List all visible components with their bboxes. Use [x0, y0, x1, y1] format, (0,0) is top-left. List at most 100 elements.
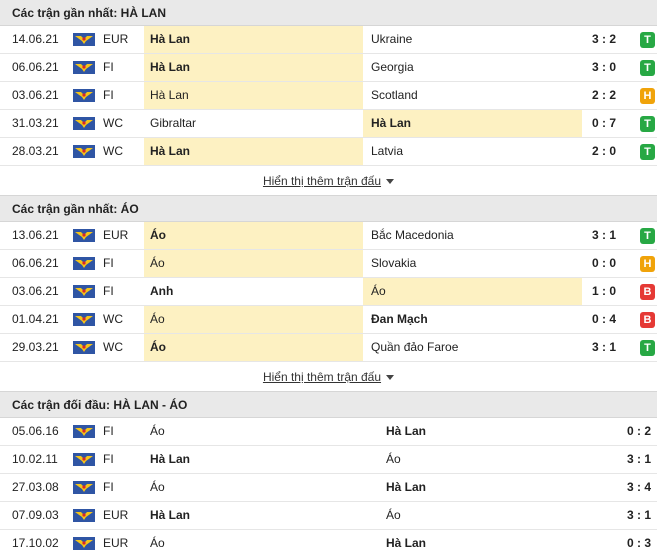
home-team[interactable]: Gibraltar	[144, 110, 363, 137]
home-team[interactable]: Áo	[144, 418, 378, 445]
competition-flag-icon	[73, 481, 95, 494]
home-team[interactable]: Hà Lan	[144, 26, 363, 53]
match-score[interactable]: 3 : 1	[582, 334, 626, 361]
away-team[interactable]: Ukraine	[363, 26, 582, 53]
match-row[interactable]: 01.04.21 WC Áo Đan Mạch 0 : 4 B	[0, 306, 657, 334]
competition-flag-icon	[73, 229, 95, 242]
match-date: 17.10.02	[12, 536, 59, 550]
match-score[interactable]: 3 : 1	[612, 446, 657, 473]
away-team[interactable]: Quần đảo Faroe	[363, 334, 582, 361]
competition-flag-icon	[73, 61, 95, 74]
match-date: 27.03.08	[12, 480, 59, 494]
match-row[interactable]: 28.03.21 WC Hà Lan Latvia 2 : 0 T	[0, 138, 657, 166]
show-more-link[interactable]: Hiển thị thêm trận đấu	[263, 174, 395, 188]
match-row[interactable]: 06.06.21 FI Hà Lan Georgia 3 : 0 T	[0, 54, 657, 82]
competition-code: WC	[103, 340, 123, 354]
result-badge: T	[640, 32, 655, 48]
match-score[interactable]: 3 : 0	[582, 54, 626, 81]
match-score[interactable]: 0 : 0	[582, 250, 626, 277]
home-team[interactable]: Áo	[144, 530, 378, 557]
competition-code: WC	[103, 144, 123, 158]
competition-code: EUR	[103, 228, 129, 242]
home-team[interactable]: Anh	[144, 278, 363, 305]
competition-code: FI	[103, 88, 114, 102]
show-more-row: Hiển thị thêm trận đấu	[0, 362, 657, 392]
match-score[interactable]: 0 : 4	[582, 306, 626, 333]
competition-flag-icon	[73, 257, 95, 270]
match-row[interactable]: 03.06.21 FI Anh Áo 1 : 0 B	[0, 278, 657, 306]
show-more-link[interactable]: Hiển thị thêm trận đấu	[262, 370, 395, 384]
match-row[interactable]: 29.03.21 WC Áo Quần đảo Faroe 3 : 1 T	[0, 334, 657, 362]
h2h-match-row[interactable]: 27.03.08 FI Áo Hà Lan 3 : 4	[0, 474, 657, 502]
home-team[interactable]: Hà Lan	[144, 54, 363, 81]
match-row[interactable]: 03.06.21 FI Hà Lan Scotland 2 : 2 H	[0, 82, 657, 110]
h2h-match-row[interactable]: 05.06.16 FI Áo Hà Lan 0 : 2	[0, 418, 657, 446]
away-team[interactable]: Hà Lan	[378, 474, 612, 501]
competition-code: WC	[103, 312, 123, 326]
away-team[interactable]: Áo	[378, 502, 612, 529]
result-badge: T	[640, 60, 655, 76]
match-date: 29.03.21	[12, 340, 59, 354]
away-team[interactable]: Áo	[363, 278, 582, 305]
competition-code: FI	[103, 424, 114, 438]
home-team[interactable]: Áo	[144, 334, 363, 361]
show-more-label: Hiển thị thêm trận đấu	[262, 370, 382, 384]
match-score[interactable]: 3 : 1	[612, 502, 657, 529]
away-team[interactable]: Đan Mạch	[363, 306, 582, 333]
competition-flag-icon	[73, 33, 95, 46]
home-team[interactable]: Áo	[144, 474, 378, 501]
competition-flag-icon	[73, 425, 95, 438]
match-score[interactable]: 3 : 4	[612, 474, 657, 501]
competition-flag-icon	[73, 285, 95, 298]
home-team[interactable]: Áo	[144, 222, 363, 249]
match-row[interactable]: 14.06.21 EUR Hà Lan Ukraine 3 : 2 T	[0, 26, 657, 54]
result-badge: H	[640, 88, 655, 104]
away-team[interactable]: Georgia	[363, 54, 582, 81]
competition-code: FI	[103, 284, 114, 298]
match-row[interactable]: 31.03.21 WC Gibraltar Hà Lan 0 : 7 T	[0, 110, 657, 138]
section-title: Các trận gần nhất: ÁO	[0, 196, 657, 222]
home-team[interactable]: Hà Lan	[144, 502, 378, 529]
match-date: 28.03.21	[12, 144, 59, 158]
match-date: 01.04.21	[12, 312, 59, 326]
match-score[interactable]: 0 : 3	[612, 530, 657, 557]
away-team[interactable]: Bắc Macedonia	[363, 222, 582, 249]
away-team[interactable]: Hà Lan	[378, 530, 612, 557]
match-score[interactable]: 2 : 0	[582, 138, 626, 165]
away-team[interactable]: Hà Lan	[378, 418, 612, 445]
match-score[interactable]: 3 : 2	[582, 26, 626, 53]
home-team[interactable]: Hà Lan	[144, 138, 363, 165]
match-row[interactable]: 13.06.21 EUR Áo Bắc Macedonia 3 : 1 T	[0, 222, 657, 250]
result-badge: B	[640, 284, 655, 300]
home-team[interactable]: Áo	[144, 306, 363, 333]
h2h-match-row[interactable]: 17.10.02 EUR Áo Hà Lan 0 : 3	[0, 530, 657, 557]
away-team[interactable]: Scotland	[363, 82, 582, 109]
competition-code: FI	[103, 60, 114, 74]
result-badge: T	[640, 340, 655, 356]
show-more-row: Hiển thị thêm trận đấu	[0, 166, 657, 196]
competition-flag-icon	[73, 313, 95, 326]
competition-flag-icon	[73, 117, 95, 130]
competition-flag-icon	[73, 537, 95, 550]
competition-code: FI	[103, 452, 114, 466]
home-team[interactable]: Hà Lan	[144, 446, 378, 473]
away-team[interactable]: Latvia	[363, 138, 582, 165]
away-team[interactable]: Hà Lan	[363, 110, 582, 137]
match-score[interactable]: 3 : 1	[582, 222, 626, 249]
h2h-match-row[interactable]: 07.09.03 EUR Hà Lan Áo 3 : 1	[0, 502, 657, 530]
home-team[interactable]: Áo	[144, 250, 363, 277]
match-history-page: Các trận gần nhất: HÀ LAN 14.06.21 EUR Hà L…	[0, 0, 657, 557]
away-team[interactable]: Slovakia	[363, 250, 582, 277]
home-team[interactable]: Hà Lan	[144, 82, 363, 109]
match-score[interactable]: 0 : 2	[612, 418, 657, 445]
competition-code: FI	[103, 480, 114, 494]
match-score[interactable]: 2 : 2	[582, 82, 626, 109]
away-team[interactable]: Áo	[378, 446, 612, 473]
match-date: 03.06.21	[12, 284, 59, 298]
match-score[interactable]: 0 : 7	[582, 110, 626, 137]
match-row[interactable]: 06.06.21 FI Áo Slovakia 0 : 0 H	[0, 250, 657, 278]
match-score[interactable]: 1 : 0	[582, 278, 626, 305]
competition-code: EUR	[103, 536, 129, 550]
h2h-match-row[interactable]: 10.02.11 FI Hà Lan Áo 3 : 1	[0, 446, 657, 474]
competition-flag-icon	[73, 509, 95, 522]
